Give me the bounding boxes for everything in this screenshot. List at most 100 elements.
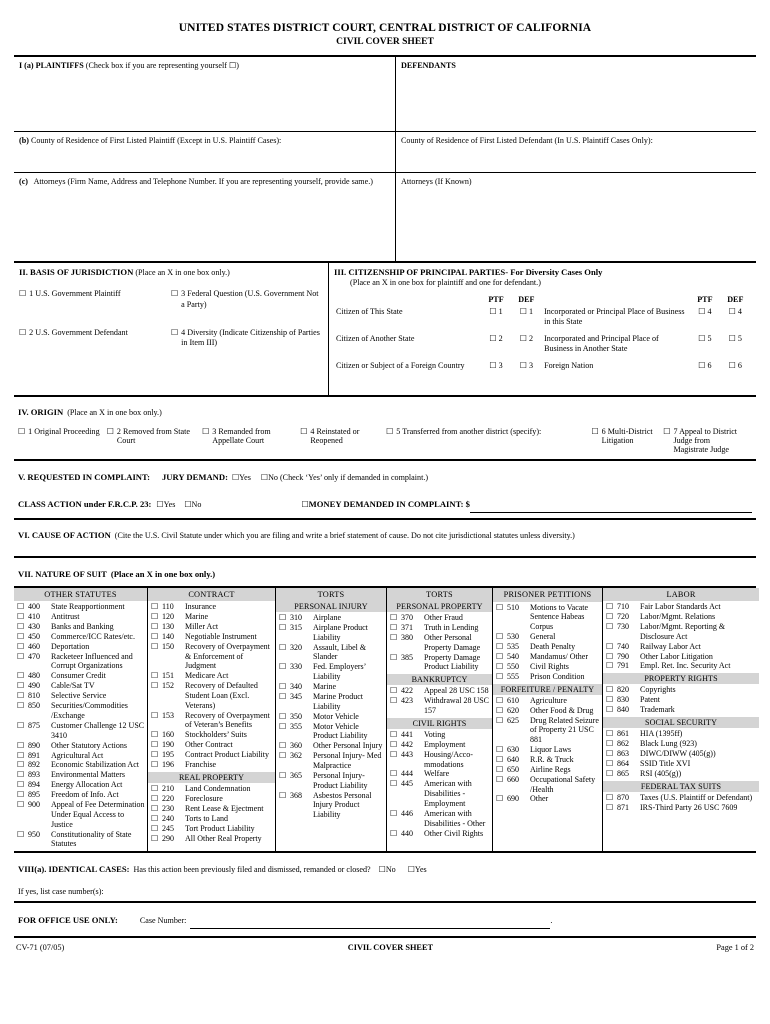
nos-item[interactable]: 810 Selective Service — [17, 691, 145, 701]
checkbox-icon[interactable] — [279, 751, 288, 771]
checkbox-icon[interactable] — [375, 865, 386, 874]
nos-item[interactable]: 340 Marine — [279, 682, 384, 692]
nos-item[interactable]: 195 Contract Product Liability — [151, 750, 273, 760]
nos-item[interactable]: 861 HIA (1395ff) — [606, 729, 757, 739]
origin-option-2[interactable]: 2 Removed from State Court — [107, 427, 202, 454]
nos-item[interactable]: 210 Land Condemnation — [151, 784, 273, 794]
checkbox-icon[interactable] — [496, 672, 505, 682]
checkbox-icon[interactable] — [606, 685, 615, 695]
checkbox-icon[interactable] — [489, 307, 496, 316]
nos-item[interactable]: 442 Employment — [390, 740, 490, 750]
incorporated-another-state-ptf[interactable]: 5 — [690, 328, 719, 355]
nos-item[interactable]: 790 Other Labor Litigation — [606, 652, 757, 662]
checkbox-icon[interactable] — [17, 701, 26, 721]
checkbox-icon[interactable] — [279, 692, 288, 712]
checkbox-icon[interactable] — [496, 745, 505, 755]
nos-item[interactable]: 440 Other Civil Rights — [390, 829, 490, 839]
incorporated-this-state-def[interactable]: 4 — [720, 306, 751, 328]
nos-item[interactable]: 871 IRS-Third Party 26 USC 7609 — [606, 803, 757, 813]
checkbox-icon[interactable] — [17, 612, 26, 622]
nos-item[interactable]: 710 Fair Labor Standards Act — [606, 602, 757, 612]
checkbox-icon[interactable] — [255, 473, 268, 482]
checkbox-icon[interactable] — [279, 722, 288, 742]
nos-item[interactable]: 540 Mandamus/ Other — [496, 652, 600, 662]
nos-item[interactable]: 150 Recovery of Overpayment & Enforcement… — [151, 642, 273, 671]
checkbox-icon[interactable] — [606, 749, 615, 759]
nos-item[interactable]: 870 Taxes (U.S. Plaintiff or Defendant) — [606, 793, 757, 803]
nos-item[interactable]: 140 Negotiable Instrument — [151, 632, 273, 642]
citizen-another-state-ptf[interactable]: 2 — [481, 328, 510, 355]
nos-item[interactable]: 535 Death Penalty — [496, 642, 600, 652]
checkbox-icon[interactable] — [698, 307, 705, 316]
nos-item[interactable]: 840 Trademark — [606, 705, 757, 715]
defendant-attorneys-cell[interactable]: Attorneys (If Known) — [395, 172, 756, 263]
incorporated-this-state-ptf[interactable]: 4 — [690, 306, 719, 328]
nos-item[interactable]: 555 Prison Condition — [496, 672, 600, 682]
checkbox-icon[interactable] — [520, 307, 527, 316]
nos-item[interactable]: 190 Other Contract — [151, 740, 273, 750]
nos-item[interactable]: 330 Fed. Employers’ Liability — [279, 662, 384, 682]
checkbox-icon[interactable] — [279, 662, 288, 682]
checkbox-icon[interactable] — [19, 328, 26, 349]
checkbox-icon[interactable] — [606, 803, 615, 813]
checkbox-icon[interactable] — [201, 500, 308, 509]
checkbox-icon[interactable] — [390, 730, 399, 740]
nos-item[interactable]: 315 Airplane Product Liability — [279, 623, 384, 643]
checkbox-icon[interactable] — [17, 800, 26, 829]
checkbox-icon[interactable] — [496, 755, 505, 765]
nos-item[interactable]: 791 Empl. Ret. Inc. Security Act — [606, 661, 757, 671]
nos-item[interactable]: 900 Appeal of Fee Determination Under Equ… — [17, 800, 145, 829]
nos-item[interactable]: 875 Customer Challenge 12 USC 3410 — [17, 721, 145, 741]
nos-item[interactable]: 160 Stockholders’ Suits — [151, 730, 273, 740]
checkbox-icon[interactable] — [606, 705, 615, 715]
nos-item[interactable]: 895 Freedom of Info. Act — [17, 790, 145, 800]
jurisdiction-option-2[interactable]: 2 U.S. Government Defendant — [19, 328, 171, 349]
if-yes-case-numbers[interactable]: If yes, list case number(s): — [18, 887, 752, 896]
nos-item[interactable]: 950 Constitutionality of State Statutes — [17, 830, 145, 850]
checkbox-icon[interactable] — [496, 794, 505, 804]
nos-item[interactable]: 120 Marine — [151, 612, 273, 622]
checkbox-icon[interactable] — [606, 695, 615, 705]
checkbox-icon[interactable] — [17, 691, 26, 701]
checkbox-icon[interactable] — [19, 289, 26, 310]
checkbox-icon[interactable] — [489, 361, 496, 370]
checkbox-icon[interactable] — [107, 427, 114, 454]
nos-item[interactable]: 446 American with Disabilities - Other — [390, 809, 490, 829]
nos-item[interactable]: 355 Motor Vehicle Product Liability — [279, 722, 384, 742]
nos-item[interactable]: 444 Welfare — [390, 769, 490, 779]
checkbox-icon[interactable] — [17, 652, 26, 672]
nos-item[interactable]: 220 Foreclosure — [151, 794, 273, 804]
jurisdiction-option-4[interactable]: 4 Diversity (Indicate Citizenship of Par… — [171, 328, 323, 349]
checkbox-icon[interactable] — [151, 500, 163, 509]
checkbox-icon[interactable] — [279, 741, 288, 751]
citizen-this-state-def[interactable]: 1 — [511, 306, 542, 328]
checkbox-icon[interactable] — [663, 427, 670, 454]
checkbox-icon[interactable] — [202, 427, 209, 454]
checkbox-icon[interactable] — [151, 804, 160, 814]
checkbox-icon[interactable] — [390, 613, 399, 623]
defendants-cell[interactable]: DEFENDANTS — [395, 55, 756, 132]
nos-item[interactable]: 610 Agriculture — [496, 696, 600, 706]
nos-item[interactable]: 530 General — [496, 632, 600, 642]
case-number-input[interactable] — [190, 910, 551, 930]
money-demanded-input[interactable] — [469, 494, 752, 513]
nos-item[interactable]: 820 Copyrights — [606, 685, 757, 695]
origin-option-1[interactable]: 1 Original Proceeding — [18, 427, 107, 454]
checkbox-icon[interactable] — [151, 711, 160, 731]
nos-item[interactable]: 891 Agricultural Act — [17, 751, 145, 761]
nos-item[interactable]: 510 Motions to Vacate Sentence Habeas Cor… — [496, 603, 600, 632]
checkbox-icon[interactable] — [279, 712, 288, 722]
checkbox-icon[interactable] — [390, 740, 399, 750]
citizen-foreign-country-def[interactable]: 3 — [511, 355, 542, 372]
nos-item[interactable]: 830 Patent — [606, 695, 757, 705]
checkbox-icon[interactable] — [151, 740, 160, 750]
nos-item[interactable]: 423 Withdrawal 28 USC 157 — [390, 696, 490, 716]
nos-item[interactable]: 630 Liquor Laws — [496, 745, 600, 755]
checkbox-icon[interactable] — [279, 613, 288, 623]
checkbox-icon[interactable] — [151, 824, 160, 834]
citizen-another-state-def[interactable]: 2 — [511, 328, 542, 355]
nos-item[interactable]: 740 Railway Labor Act — [606, 642, 757, 652]
nos-item[interactable]: 410 Antitrust — [17, 612, 145, 622]
checkbox-icon[interactable] — [591, 427, 598, 454]
checkbox-icon[interactable] — [151, 794, 160, 804]
